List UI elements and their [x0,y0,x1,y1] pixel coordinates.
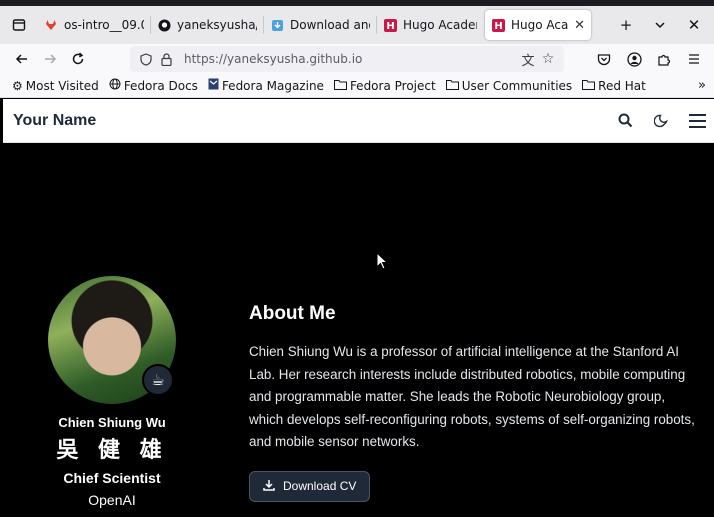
mouse-cursor-icon [376,252,388,270]
reload-icon [72,52,84,65]
download-page-icon [270,18,284,32]
plus-icon: + [619,16,633,34]
tab-title: Hugo Acade [511,18,569,32]
list-all-tabs-button[interactable] [646,11,674,39]
bookmark-fedora-docs[interactable]: Fedora Docs [109,78,198,93]
translate-icon[interactable]: 文 [518,49,538,69]
bookmark-label: User Communities [461,78,573,93]
hamburger-menu-icon [688,113,706,128]
url-bar[interactable]: https://yaneksyusha.github.io 文 ☆ [130,46,564,72]
tab-title: os-intro__09.0 [64,18,144,32]
bookmark-user-communities[interactable]: User Communities [445,78,573,93]
url-text: https://yaneksyusha.github.io [184,52,363,66]
back-button[interactable] [8,45,36,73]
bookmarks-toolbar: ⚙ Most Visited Fedora Docs Fedora Magazi… [0,74,714,98]
close-icon: ✕ [687,16,701,34]
bookmark-fedora-project[interactable]: Fedora Project [333,78,436,93]
puzzle-icon [657,54,670,66]
forward-button[interactable] [36,45,64,73]
tab-github[interactable]: yaneksyusha/y [151,10,263,40]
profile-role: Chief Scientist [63,470,161,486]
tab-hugo-academic[interactable]: H Hugo Academ [377,10,483,40]
bookmark-label: Fedora Docs [123,78,198,93]
close-window-button[interactable]: ✕ [680,11,708,39]
site-title[interactable]: Your Name [13,112,96,130]
bookmark-label: Red Hat [598,78,646,93]
bookmark-label: Fedora Project [349,78,436,93]
account-icon [626,51,642,67]
download-cv-button[interactable]: Download CV [249,470,371,502]
about-heading: About Me [249,303,336,324]
app-menu-button[interactable] [680,45,708,73]
chevron-double-right-icon: » [698,78,706,93]
about-body: Chien Shiung Wu is a professor of artifi… [249,344,695,449]
svg-text:H: H [494,21,502,32]
site-header: Your Name [3,99,714,143]
search-icon [618,113,632,128]
star-icon[interactable]: ☆ [538,49,558,69]
profile-card: ☕ Chien Shiung Wu 吳 健 雄 Chief Scientist … [39,276,185,508]
account-button[interactable] [620,45,648,73]
about-section: About Me Chien Shiung Wu is a professor … [249,303,699,502]
gitlab-icon [44,18,58,32]
arrow-right-icon [45,54,57,64]
hamburger-menu-icon [689,54,699,64]
close-tab-icon[interactable]: ✕ [574,18,585,33]
shield-icon[interactable] [136,49,156,69]
profile-name-chinese: 吳 健 雄 [56,438,168,463]
bookmark-red-hat[interactable]: Red Hat [582,79,646,93]
magazine-icon [208,78,219,93]
theme-toggle-button[interactable] [650,110,672,132]
tab-list-button[interactable] [0,6,38,44]
bookmarks-overflow-button[interactable]: » [698,78,706,93]
tab-os-intro[interactable]: os-intro__09.0 [38,10,150,40]
arrow-left-icon [15,54,27,64]
globe-icon [109,78,121,93]
chevron-down-icon [655,22,665,29]
reload-button[interactable] [64,45,92,73]
folder-icon [445,79,459,93]
new-tab-button[interactable]: + [612,11,640,39]
profile-organization[interactable]: OpenAI [39,492,185,508]
download-icon [263,479,275,494]
bookmark-fedora-magazine[interactable]: Fedora Magazine [208,78,324,93]
tab-title: yaneksyusha/y [177,18,257,32]
site-search-button[interactable] [614,110,636,132]
hugo-icon: H [383,18,397,32]
svg-text:H: H [386,21,394,32]
moon-icon [654,114,668,127]
site-menu-button[interactable] [686,110,708,132]
lock-icon[interactable] [156,49,176,69]
tab-hugo-academic-active[interactable]: H Hugo Acade ✕ [485,10,591,40]
tab-title: Hugo Academ [403,18,477,32]
profile-name: Chien Shiung Wu [58,415,166,430]
hugo-icon: H [491,18,505,32]
extensions-button[interactable] [650,45,678,73]
tab-download[interactable]: Download and [264,10,376,40]
folder-icon [582,79,596,93]
bookmark-label: Fedora Magazine [221,78,324,93]
bookmark-label: Most Visited [25,78,99,93]
coffee-icon: ☕ [142,364,174,396]
tab-bar: os-intro__09.0 yaneksyusha/y Download an… [0,6,714,44]
pocket-icon [597,53,611,65]
github-icon [157,18,171,32]
pocket-button[interactable] [590,45,618,73]
tab-list-icon [12,19,26,31]
gear-icon: ⚙ [12,78,23,93]
folder-icon [333,79,347,93]
navigation-bar: https://yaneksyusha.github.io 文 ☆ [0,44,714,74]
bookmark-most-visited[interactable]: ⚙ Most Visited [12,79,99,93]
tab-title: Download and [290,18,370,32]
download-cv-label: Download CV [283,479,357,493]
page-content: ☕ Chien Shiung Wu 吳 健 雄 Chief Scientist … [3,143,714,517]
